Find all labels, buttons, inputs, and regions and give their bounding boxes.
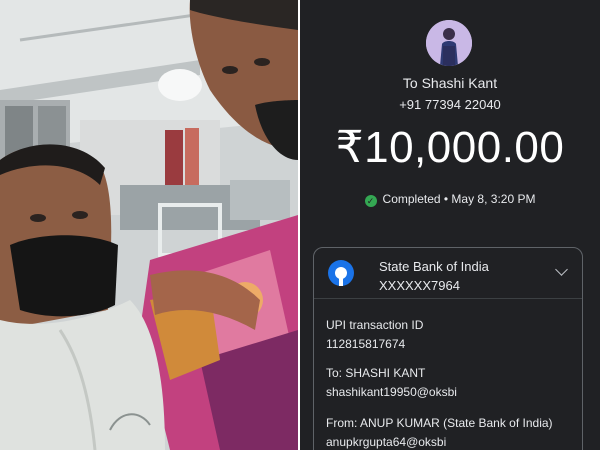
to-upi-id: shashikant19950@oksbi — [326, 385, 457, 399]
transaction-details-card: State Bank of India XXXXXX7964 UPI trans… — [313, 247, 583, 450]
recipient-phone: +91 77394 22040 — [399, 97, 501, 112]
payment-amount: ₹10,000.00 — [335, 123, 565, 172]
recipient-avatar[interactable] — [426, 20, 472, 66]
upi-transaction-id-value: 112815817674 — [326, 337, 406, 351]
payment-receipt-panel: To Shashi Kant +91 77394 22040 ₹10,000.0… — [300, 0, 600, 450]
bank-name: State Bank of India — [379, 259, 489, 274]
bank-account-number: XXXXXX7964 — [379, 278, 460, 293]
selfie-photo — [0, 0, 298, 450]
to-account-label: To: SHASHI KANT — [326, 366, 426, 380]
from-upi-id: anupkrgupta64@oksbi — [326, 435, 447, 449]
check-circle-icon: ✓ — [364, 195, 377, 207]
payment-status: ✓ Completed • May 8, 3:20 PM — [300, 192, 600, 207]
upi-transaction-id-label: UPI transaction ID — [326, 318, 424, 332]
recipient-name: To Shashi Kant — [402, 75, 498, 91]
from-account-label: From: ANUP KUMAR (State Bank of India) — [326, 416, 553, 430]
chevron-down-icon[interactable] — [555, 263, 568, 276]
status-text: Completed • May 8, 3:20 PM — [382, 192, 536, 206]
bank-account-row[interactable]: State Bank of India XXXXXX7964 — [314, 248, 582, 299]
sbi-logo-icon — [328, 260, 354, 286]
